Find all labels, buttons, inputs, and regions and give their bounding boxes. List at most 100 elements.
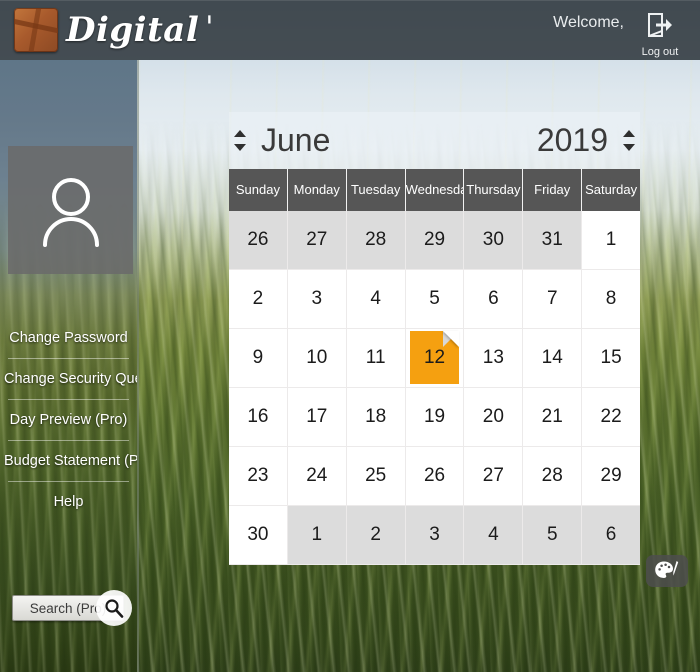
calendar-day[interactable]: 1 bbox=[582, 211, 641, 270]
logout-button[interactable]: Log out bbox=[632, 10, 688, 58]
search-button[interactable] bbox=[96, 590, 132, 626]
calendar-day-number: 25 bbox=[365, 465, 387, 486]
calendar-day-number: 4 bbox=[488, 524, 499, 545]
chevron-up-icon[interactable] bbox=[623, 130, 635, 137]
calendar-day-number: 3 bbox=[311, 288, 323, 309]
calendar-day[interactable]: 2 bbox=[346, 506, 406, 565]
calendar-day[interactable]: 5 bbox=[405, 270, 465, 329]
calendar-day[interactable]: 17 bbox=[287, 388, 347, 447]
calendar-day[interactable]: 14 bbox=[523, 329, 583, 388]
calendar-day[interactable]: 15 bbox=[582, 329, 641, 388]
calendar-day[interactable]: 22 bbox=[582, 388, 641, 447]
calendar-day[interactable]: 28 bbox=[346, 211, 406, 270]
dow-saturday: Saturday bbox=[585, 182, 638, 197]
calendar-day-number: 11 bbox=[365, 347, 386, 368]
calendar-day-number: 18 bbox=[365, 406, 387, 427]
app-logo[interactable]: Digital ' bbox=[14, 8, 215, 52]
calendar-day[interactable]: 30 bbox=[229, 506, 288, 565]
calendar-day[interactable]: 2 bbox=[229, 270, 288, 329]
calendar-day[interactable]: 11 bbox=[346, 329, 406, 388]
calendar-day-number: 13 bbox=[482, 347, 504, 368]
calendar-day-number: 4 bbox=[370, 288, 381, 309]
calendar-day-number: 1 bbox=[311, 524, 323, 545]
calendar-day-number: 23 bbox=[247, 465, 269, 486]
sidebar-item-budget-statement[interactable]: Budget Statement (P bbox=[0, 441, 137, 481]
calendar-day[interactable]: 26 bbox=[405, 447, 465, 506]
calendar-grid: 26 27 28 29 30 31 1 2 3 4 5 6 7 8 9 10 11 12 13 14 15 16 17 18 1… bbox=[229, 211, 641, 565]
sidebar-item-day-preview[interactable]: Day Preview (Pro) bbox=[0, 400, 137, 440]
theme-button[interactable] bbox=[646, 555, 688, 587]
calendar-day-number: 5 bbox=[546, 524, 558, 545]
calendar-day[interactable]: 25 bbox=[346, 447, 406, 506]
top-header-bar: Digital ' Welcome, Log out bbox=[0, 0, 700, 60]
chevron-up-icon[interactable] bbox=[234, 130, 246, 137]
calendar-day[interactable]: 19 bbox=[405, 388, 465, 447]
calendar-day-number: 17 bbox=[306, 406, 328, 427]
sidebar-item-change-security-question[interactable]: Change Security Que bbox=[0, 359, 137, 399]
calendar-day[interactable]: 29 bbox=[405, 211, 465, 270]
calendar-day[interactable]: 7 bbox=[523, 270, 583, 329]
calendar-day[interactable]: 18 bbox=[346, 388, 406, 447]
calendar-day[interactable]: 27 bbox=[464, 447, 524, 506]
sidebar-item-change-password[interactable]: Change Password bbox=[0, 318, 137, 358]
calendar-day-number: 29 bbox=[423, 229, 446, 250]
calendar-day-number: 20 bbox=[482, 406, 504, 427]
chevron-down-icon[interactable] bbox=[623, 144, 635, 151]
calendar-day-number: 26 bbox=[247, 229, 269, 250]
calendar-day[interactable]: 13 bbox=[464, 329, 524, 388]
calendar-day[interactable]: 29 bbox=[582, 447, 641, 506]
avatar[interactable] bbox=[8, 146, 133, 274]
chevron-down-icon[interactable] bbox=[234, 144, 246, 151]
calendar-day[interactable]: 31 bbox=[523, 211, 583, 270]
calendar-day[interactable]: 4 bbox=[464, 506, 524, 565]
calendar-day-number: 21 bbox=[541, 406, 563, 427]
calendar-day-number: 7 bbox=[546, 288, 558, 309]
calendar-day[interactable]: 3 bbox=[287, 270, 347, 329]
calendar-day-number: 6 bbox=[488, 288, 499, 309]
calendar-day[interactable]: 4 bbox=[346, 270, 406, 329]
month-stepper[interactable] bbox=[229, 130, 251, 151]
calendar-day-number: 28 bbox=[365, 229, 387, 250]
calendar-day-number: 12 bbox=[423, 346, 446, 368]
calendar-day[interactable]: 6 bbox=[464, 270, 524, 329]
year-stepper[interactable] bbox=[618, 130, 640, 151]
calendar-day-number: 28 bbox=[541, 465, 563, 486]
calendar-day-number: 16 bbox=[247, 406, 269, 427]
calendar-day[interactable]: 23 bbox=[229, 447, 288, 506]
calendar-week-row: 2 3 4 5 6 7 8 bbox=[229, 270, 641, 329]
calendar-day[interactable]: 24 bbox=[287, 447, 347, 506]
app-title: Digital bbox=[66, 10, 200, 50]
calendar-day[interactable]: 5 bbox=[523, 506, 583, 565]
calendar-day[interactable]: 26 bbox=[229, 211, 288, 270]
calendar-day[interactable]: 9 bbox=[229, 329, 288, 388]
calendar-day-number: 27 bbox=[306, 229, 328, 250]
calendar-day-number: 24 bbox=[306, 465, 328, 486]
dow-wednesday: Wednesday bbox=[406, 169, 465, 211]
calendar-day[interactable]: 3 bbox=[405, 506, 465, 565]
calendar-day[interactable]: 1 bbox=[287, 506, 347, 565]
calendar-day-number: 22 bbox=[600, 406, 622, 427]
calendar-day[interactable]: 8 bbox=[582, 270, 641, 329]
calendar-header: June 2019 bbox=[229, 112, 640, 169]
calendar-day[interactable]: 28 bbox=[523, 447, 583, 506]
calendar-day-number: 26 bbox=[423, 465, 446, 486]
calendar-day[interactable]: 16 bbox=[229, 388, 288, 447]
sidebar-item-help[interactable]: Help bbox=[0, 482, 137, 522]
calendar-day[interactable]: 21 bbox=[523, 388, 583, 447]
calendar-week-row: 23 24 25 26 27 28 29 bbox=[229, 447, 641, 506]
calendar-day[interactable]: 27 bbox=[287, 211, 347, 270]
calendar-day[interactable]: 6 bbox=[582, 506, 641, 565]
calendar-day-number: 14 bbox=[541, 347, 563, 368]
calendar-day[interactable]: 10 bbox=[287, 329, 347, 388]
calendar-day-number: 2 bbox=[252, 288, 264, 309]
calendar-day-selected[interactable]: 12 bbox=[405, 329, 465, 388]
calendar-day[interactable]: 30 bbox=[464, 211, 524, 270]
calendar-day[interactable]: 20 bbox=[464, 388, 524, 447]
dow-monday: Monday bbox=[288, 169, 347, 211]
calendar-day-number: 5 bbox=[429, 288, 440, 309]
selected-day-tile: 12 bbox=[409, 331, 460, 384]
month-label: June bbox=[261, 122, 331, 158]
app-title-suffix: ' bbox=[205, 10, 214, 45]
calendar-week-row: 9 10 11 12 13 14 15 bbox=[229, 329, 641, 388]
calendar-day-number: 29 bbox=[600, 465, 622, 486]
